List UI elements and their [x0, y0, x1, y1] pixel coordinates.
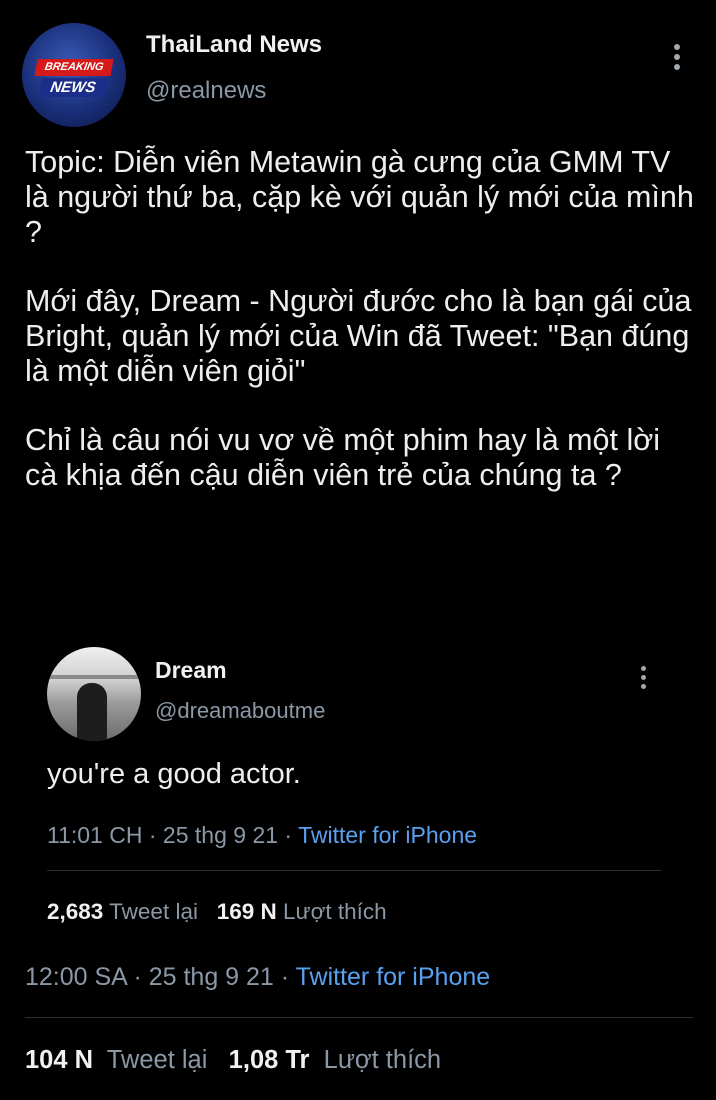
tweet-paragraph: Chỉ là câu nói vu vơ về một phim hay là …: [25, 423, 661, 493]
more-dot: [674, 44, 680, 50]
more-options-icon[interactable]: [666, 42, 688, 72]
quote-timestamp-line: 11:01 CH · 25 thg 9 21 · Twitter for iPh…: [47, 822, 477, 849]
author-avatar[interactable]: BREAKING NEWS: [22, 23, 126, 127]
quote-tweet-text: you're a good actor.: [47, 758, 301, 790]
avatar-background-stripe: [47, 675, 141, 679]
quote-stats: 2,683 Tweet lại 169 N Lượt thích: [47, 899, 387, 925]
more-dot: [641, 684, 646, 689]
tweet-timestamp-line: 12:00 SA · 25 thg 9 21 · Twitter for iPh…: [25, 963, 490, 992]
tweet-stats: 104 N Tweet lại 1,08 Tr Lượt thích: [25, 1046, 441, 1075]
tweet-paragraph: Mới đây, Dream - Người đước cho là bạn g…: [25, 284, 692, 388]
quote-time[interactable]: 11:01 CH: [47, 822, 142, 848]
tweet-source-link[interactable]: Twitter for iPhone: [296, 963, 491, 991]
avatar-news-label: NEWS: [38, 78, 108, 97]
quote-like-label[interactable]: Lượt thích: [283, 899, 387, 924]
meta-separator: ·: [133, 963, 142, 991]
tweet-body: Topic: Diễn viên Metawin gà cưng của GMM…: [25, 145, 695, 493]
tweet-like-label[interactable]: Lượt thích: [324, 1046, 441, 1074]
quote-author-handle[interactable]: @dreamaboutme: [155, 698, 325, 724]
tweet-divider: [25, 1017, 693, 1018]
quote-author-name[interactable]: Dream: [155, 657, 227, 684]
quote-retweet-label[interactable]: Tweet lại: [109, 899, 198, 924]
quote-divider: [47, 870, 661, 871]
more-dot: [641, 666, 646, 671]
quote-source-link[interactable]: Twitter for iPhone: [298, 822, 477, 848]
tweet-paragraph: Topic: Diễn viên Metawin gà cưng của GMM…: [25, 145, 694, 249]
quote-like-count[interactable]: 169 N: [217, 899, 277, 924]
author-handle[interactable]: @realnews: [146, 77, 266, 105]
quote-date[interactable]: 25 thg 9 21: [163, 822, 278, 848]
tweet-date[interactable]: 25 thg 9 21: [149, 963, 274, 991]
author-name[interactable]: ThaiLand News: [146, 31, 322, 59]
quote-author-avatar[interactable]: [47, 647, 141, 741]
tweet-time[interactable]: 12:00 SA: [25, 963, 126, 991]
tweet-retweet-label[interactable]: Tweet lại: [107, 1046, 208, 1074]
meta-separator: ·: [280, 963, 290, 991]
avatar-person-silhouette: [77, 683, 107, 741]
avatar-breaking-label: BREAKING: [34, 59, 114, 76]
quote-more-options-icon[interactable]: [633, 664, 655, 692]
meta-separator: ·: [284, 822, 293, 848]
tweet-retweet-count[interactable]: 104 N: [25, 1046, 93, 1074]
more-dot: [674, 54, 680, 60]
more-dot: [641, 675, 646, 680]
more-dot: [674, 64, 680, 70]
quote-retweet-count[interactable]: 2,683: [47, 899, 103, 924]
meta-separator: ·: [148, 822, 157, 848]
tweet-like-count[interactable]: 1,08 Tr: [229, 1046, 310, 1074]
